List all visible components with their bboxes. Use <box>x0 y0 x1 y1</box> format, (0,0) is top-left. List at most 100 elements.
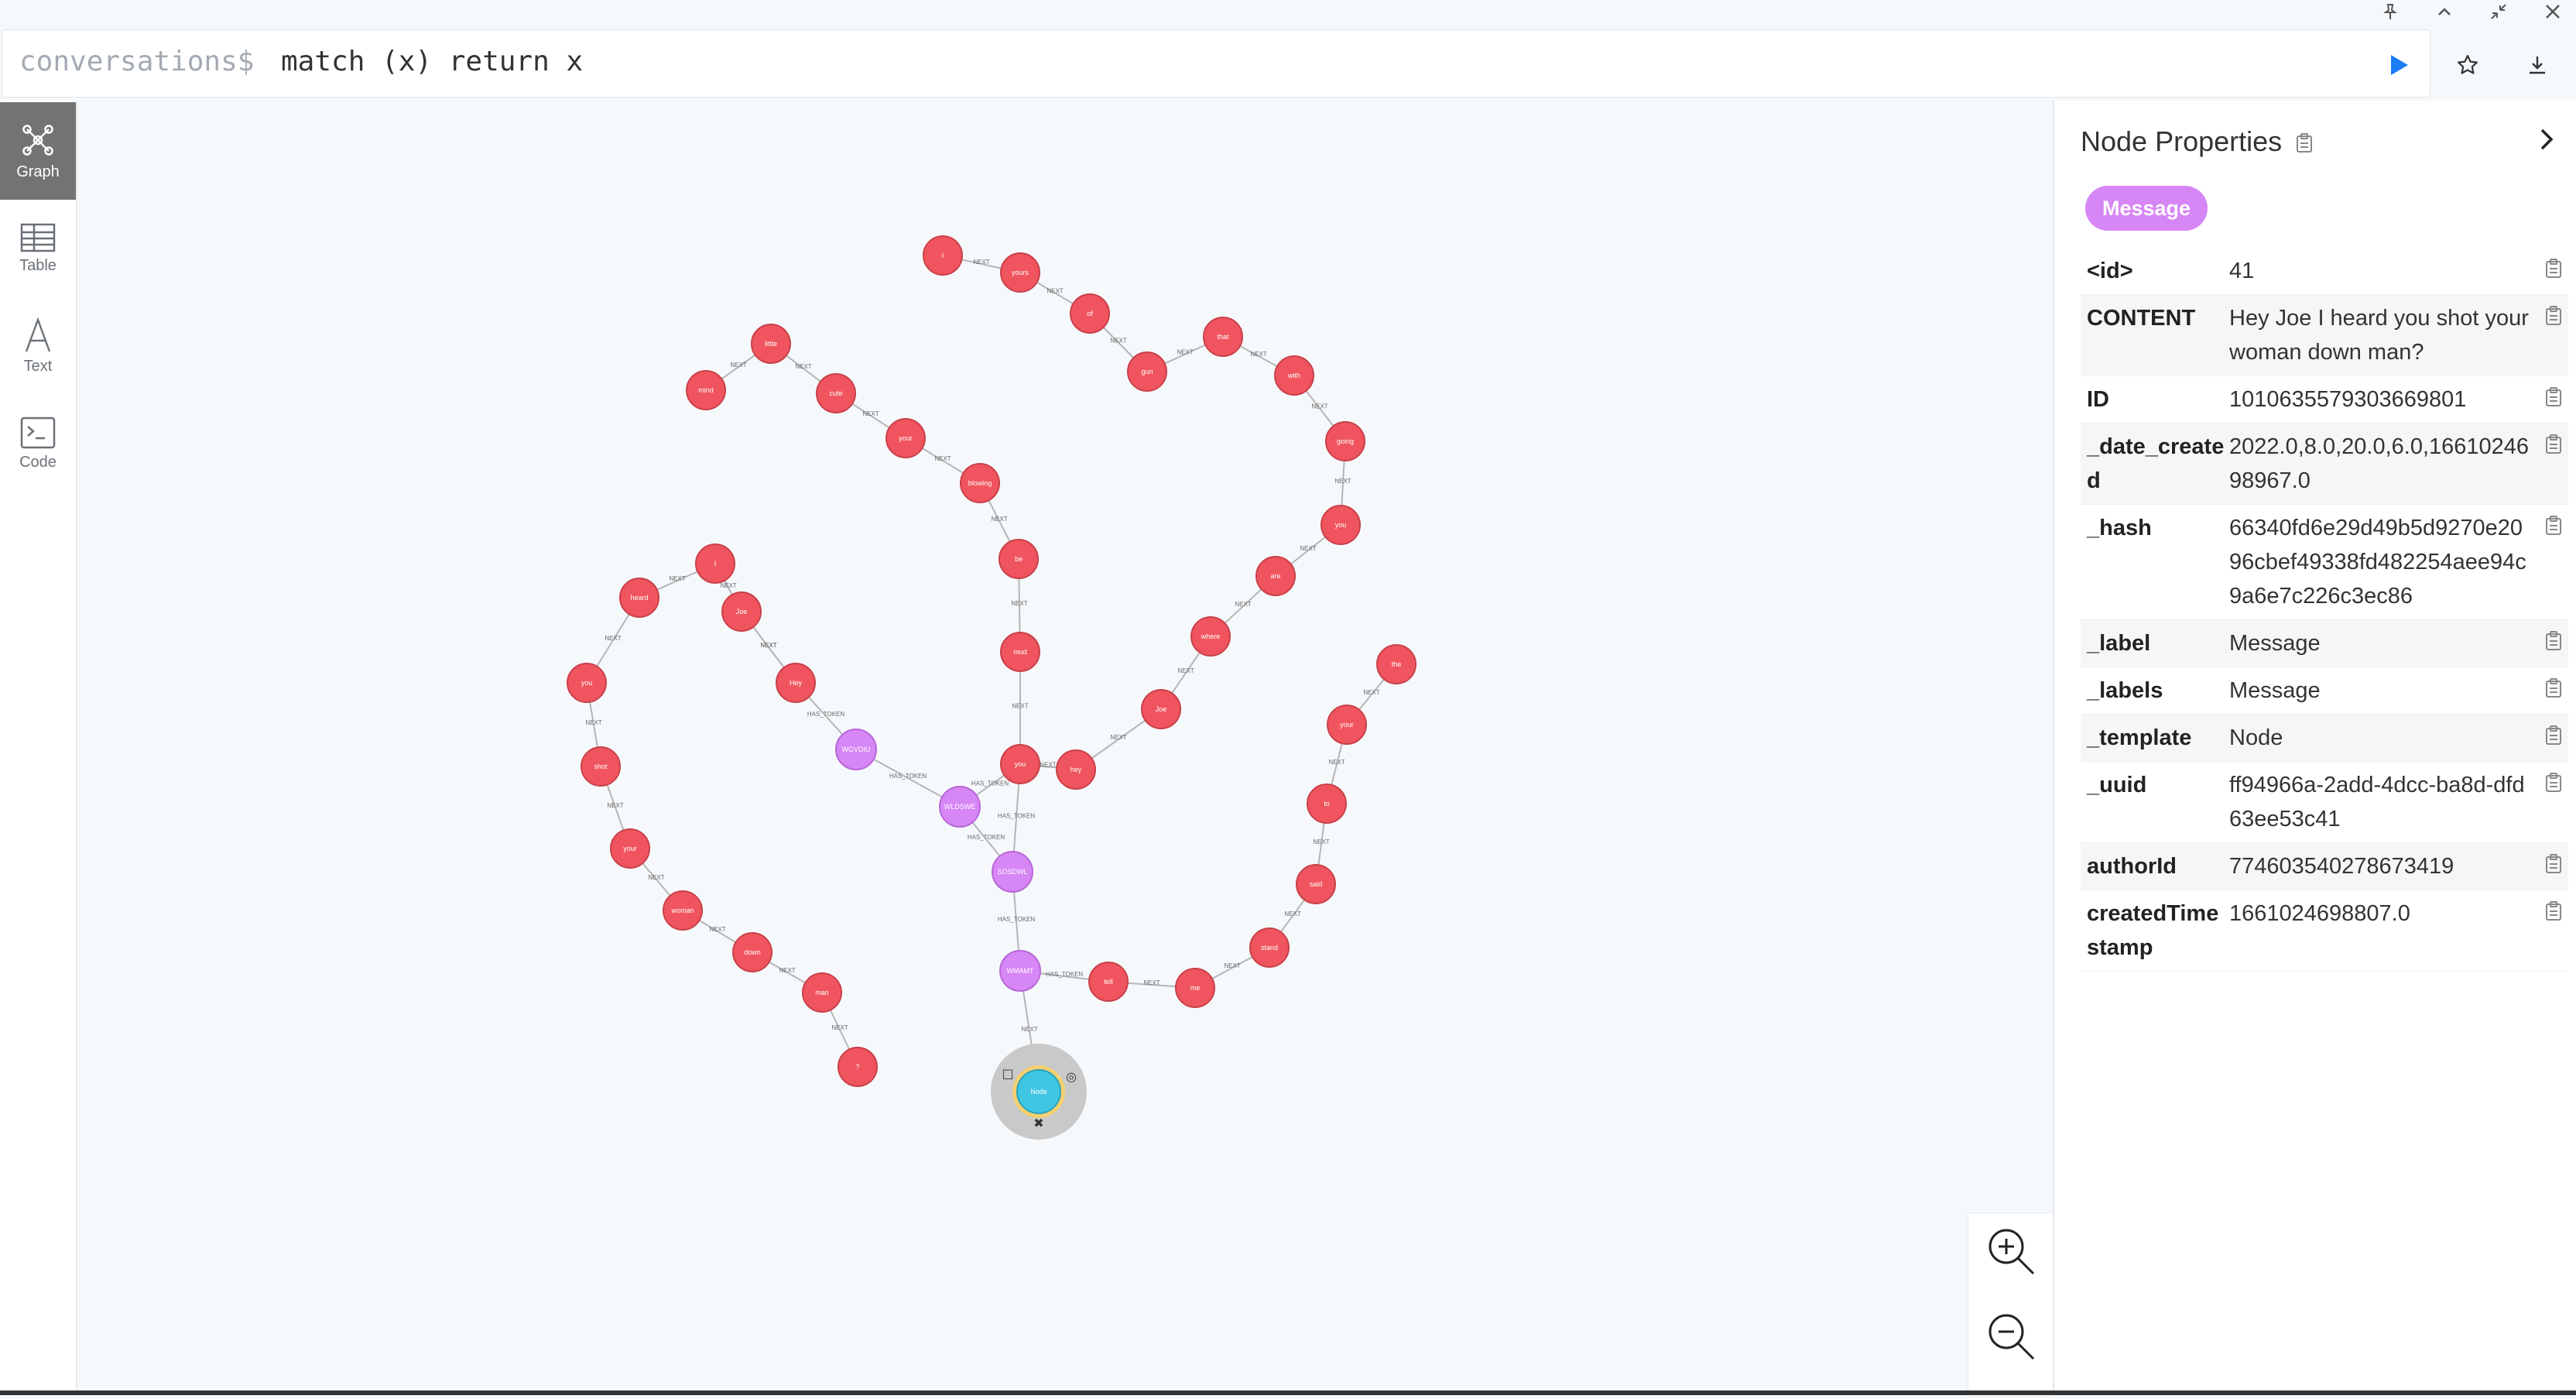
lock-icon[interactable]: □ <box>1002 1066 1013 1081</box>
property-value: 1661024698807.0 <box>2229 901 2410 926</box>
sidebar-item-table[interactable]: Table <box>0 200 76 297</box>
copy-icon[interactable] <box>2545 773 2562 793</box>
token-node[interactable]: be <box>999 539 1039 579</box>
query-editor[interactable]: conversations$ match (x) return x <box>2 29 2430 98</box>
token-node[interactable]: heard <box>619 578 659 618</box>
token-node[interactable]: you <box>567 663 607 703</box>
svg-text:yours: yours <box>1012 269 1029 276</box>
graph-icon <box>22 124 53 156</box>
property-row: createdTimestamp 1661024698807.0 <box>2081 890 2568 972</box>
expand-icon[interactable]: ✖ <box>1033 1116 1043 1130</box>
copy-icon[interactable] <box>2545 901 2562 921</box>
token-node[interactable]: ? <box>838 1047 878 1087</box>
token-node[interactable]: your <box>1327 705 1367 745</box>
message-node[interactable]: WGVDIU <box>835 729 877 770</box>
token-node[interactable]: the <box>1376 644 1416 684</box>
token-node[interactable]: cute <box>816 373 856 413</box>
download-button[interactable] <box>2516 43 2559 87</box>
query-input[interactable]: match (x) return x <box>281 46 583 77</box>
svg-text:NEXT: NEXT <box>1040 762 1056 769</box>
token-node[interactable]: me <box>1175 968 1215 1008</box>
property-key: _template <box>2087 725 2192 750</box>
token-node[interactable]: to <box>1307 784 1347 824</box>
pin-icon[interactable] <box>2375 0 2406 23</box>
svg-text:mud: mud <box>1013 648 1027 656</box>
copy-icon[interactable] <box>2545 725 2562 746</box>
run-query-button[interactable] <box>2376 43 2420 87</box>
property-row: _date_created 2022.0,8.0,20.0,6.0,1661024… <box>2081 423 2568 505</box>
clipboard-icon[interactable] <box>2296 133 2313 153</box>
token-node[interactable]: mud <box>1000 632 1040 672</box>
graph-canvas[interactable]: NEXT NEXT NEXT NEXT NEXT NEXT NEXT NEXT NEXT NEXT… <box>77 101 2051 1395</box>
eye-icon[interactable]: ◎ <box>1066 1069 1077 1084</box>
sidebar-item-label: Table <box>19 256 57 274</box>
svg-text:NEXT: NEXT <box>1143 979 1160 986</box>
property-key: createdTimestamp <box>2087 901 2219 960</box>
copy-icon[interactable] <box>2545 854 2562 874</box>
token-node[interactable]: yours <box>1000 252 1040 293</box>
sidebar-item-graph[interactable]: Graph <box>0 102 76 200</box>
token-node[interactable]: I <box>695 543 735 584</box>
svg-text:gun: gun <box>1141 368 1153 375</box>
code-icon <box>20 417 56 448</box>
copy-icon[interactable] <box>2545 678 2562 698</box>
token-node[interactable]: that <box>1203 317 1243 357</box>
svg-text:be: be <box>1015 555 1023 563</box>
shrink-icon[interactable] <box>2483 0 2514 23</box>
property-value: Hey Joe I heard you shot your woman down… <box>2229 306 2529 365</box>
chevron-up-icon[interactable] <box>2429 0 2460 23</box>
copy-icon[interactable] <box>2545 387 2562 407</box>
message-node[interactable]: WMAMT <box>999 950 1041 992</box>
message-node[interactable]: WLDSWE <box>939 786 981 828</box>
svg-text:you: you <box>1335 521 1347 529</box>
token-node[interactable]: are <box>1255 556 1296 596</box>
token-node[interactable]: I <box>923 235 963 276</box>
svg-text:NEXT: NEXT <box>1235 601 1251 608</box>
token-node[interactable]: blowing <box>960 463 1000 503</box>
token-node[interactable]: with <box>1274 355 1314 396</box>
zoom-in-button[interactable] <box>1984 1224 2038 1278</box>
copy-icon[interactable] <box>2545 631 2562 651</box>
copy-icon[interactable] <box>2545 306 2562 326</box>
favorite-button[interactable] <box>2446 43 2489 87</box>
message-node[interactable]: SOSDWL <box>992 851 1033 893</box>
copy-icon[interactable] <box>2545 434 2562 454</box>
token-node[interactable]: where <box>1190 616 1231 657</box>
token-node[interactable]: going <box>1325 421 1365 461</box>
sidebar-item-text[interactable]: Text <box>0 297 76 395</box>
token-node[interactable]: man <box>802 972 842 1013</box>
svg-text:NEXT: NEXT <box>720 582 736 589</box>
svg-text:shot: shot <box>594 763 608 770</box>
token-node[interactable]: little <box>751 324 791 364</box>
token-node[interactable]: of <box>1070 293 1110 334</box>
token-node[interactable]: said <box>1296 864 1336 904</box>
token-node[interactable]: mind <box>686 370 726 410</box>
token-node[interactable]: shot <box>581 746 621 787</box>
copy-icon[interactable] <box>2545 259 2562 279</box>
svg-text:HAS_TOKEN: HAS_TOKEN <box>1046 971 1084 978</box>
node-label-badge[interactable]: Message <box>2085 186 2208 231</box>
token-node[interactable]: Joe <box>1141 689 1181 729</box>
graph-view[interactable]: NEXT NEXT NEXT NEXT NEXT NEXT NEXT NEXT NEXT NEXT… <box>77 101 2051 1395</box>
svg-text:your: your <box>623 845 637 852</box>
token-node[interactable]: Hey <box>776 663 816 703</box>
token-node[interactable]: down <box>732 932 772 972</box>
token-node[interactable]: gun <box>1127 351 1167 392</box>
token-node[interactable]: woman <box>663 890 703 931</box>
close-icon[interactable] <box>2537 0 2568 23</box>
zoom-out-button[interactable] <box>1984 1309 2038 1363</box>
copy-icon[interactable] <box>2545 516 2562 536</box>
svg-text:little: little <box>765 340 777 348</box>
token-node[interactable]: hey <box>1056 749 1096 790</box>
token-node[interactable]: you <box>1000 744 1040 784</box>
sidebar-item-code[interactable]: Code <box>0 395 76 492</box>
token-node[interactable]: your <box>886 418 926 458</box>
token-node[interactable]: stand <box>1249 928 1290 968</box>
token-node[interactable]: tell <box>1088 962 1129 1002</box>
token-node[interactable]: Joe <box>721 591 762 632</box>
token-node[interactable]: your <box>610 828 650 869</box>
collapse-panel-button[interactable] <box>2531 124 2562 155</box>
token-node[interactable]: you <box>1321 505 1361 545</box>
selected-node[interactable]: Node <box>1016 1069 1061 1114</box>
svg-text:WLDSWE: WLDSWE <box>944 803 976 811</box>
